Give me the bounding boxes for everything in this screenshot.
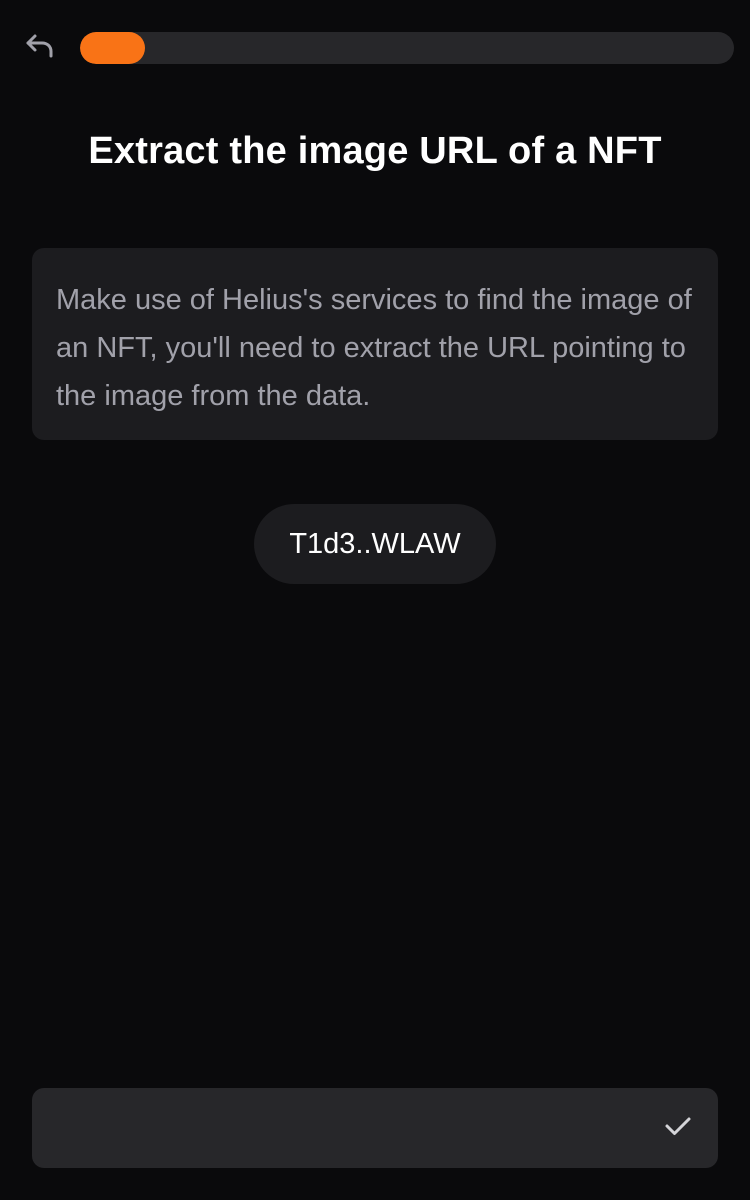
- progress-fill: [80, 32, 146, 64]
- submit-button[interactable]: [646, 1088, 710, 1168]
- back-button[interactable]: [22, 30, 58, 66]
- answer-bar: [32, 1088, 718, 1168]
- description-card: Make use of Helius's services to find th…: [32, 248, 718, 440]
- answer-input[interactable]: [32, 1088, 646, 1168]
- checkmark-icon: [664, 1115, 692, 1142]
- page-title: Extract the image URL of a NFT: [88, 130, 662, 172]
- progress-bar: [80, 32, 734, 64]
- description-text: Make use of Helius's services to find th…: [56, 284, 692, 412]
- undo-arrow-icon: [25, 33, 55, 64]
- nft-address-pill[interactable]: T1d3..WLAW: [254, 504, 496, 584]
